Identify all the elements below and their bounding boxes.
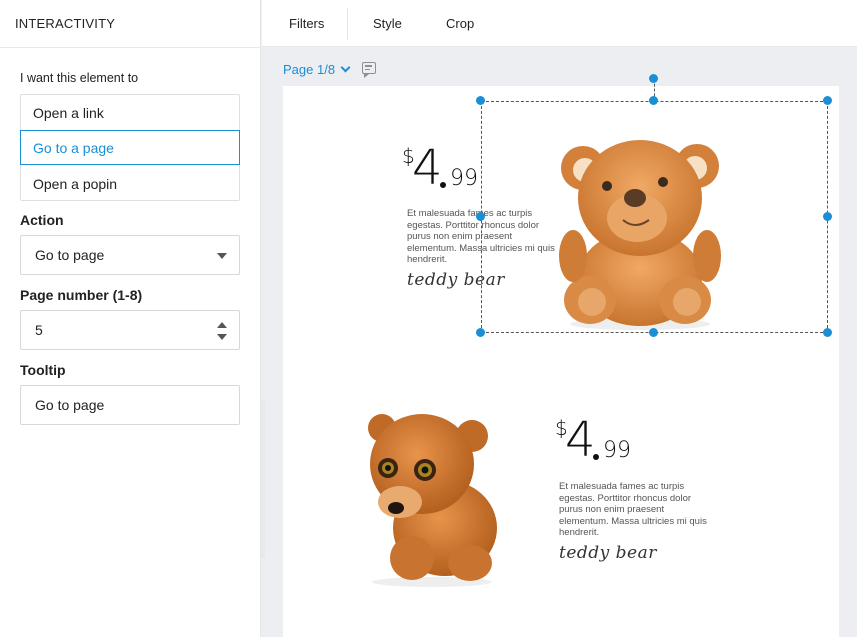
toolbar-divider [347, 8, 348, 40]
tooltip-label: Tooltip [20, 362, 66, 378]
chevron-down-icon [340, 62, 351, 73]
page-number-label: Page number (1-8) [20, 287, 143, 303]
price-whole: 4 [565, 412, 596, 468]
resize-handle-bottom[interactable] [649, 328, 658, 337]
page-selector[interactable]: Page 1/8 [283, 62, 351, 77]
page-number-value: 5 [35, 322, 43, 338]
panel-title: INTERACTIVITY [0, 0, 260, 48]
action-select[interactable]: Go to page [20, 235, 240, 275]
caret-down-icon [217, 253, 227, 259]
crop-tab[interactable]: Crop [446, 0, 474, 47]
resize-handle-bottom-right[interactable] [823, 328, 832, 337]
product-1-price: $ 4 99 [402, 140, 482, 196]
resize-handle-top-right[interactable] [823, 96, 832, 105]
panel-scrollbar[interactable] [261, 400, 265, 558]
page-number-input[interactable]: 5 [20, 310, 240, 350]
comment-icon[interactable] [362, 62, 376, 78]
product-2-price: $ 4 99 [555, 412, 635, 468]
filters-tab[interactable]: Filters [289, 0, 324, 47]
tooltip-input[interactable]: Go to page [20, 385, 240, 425]
option-open-popin[interactable]: Open a popin [21, 166, 241, 201]
intent-label: I want this element to [20, 71, 139, 85]
style-tab[interactable]: Style [373, 0, 402, 47]
selection-frame [481, 101, 828, 333]
price-cents: 99 [603, 438, 631, 463]
option-open-link[interactable]: Open a link [21, 95, 241, 130]
interactivity-panel: INTERACTIVITY I want this element to Ope… [0, 0, 261, 637]
price-dot [593, 454, 599, 460]
number-stepper-icon[interactable] [217, 322, 227, 340]
action-select-value: Go to page [35, 247, 105, 263]
tooltip-value: Go to page [35, 397, 105, 413]
page-indicator: Page 1/8 [283, 62, 336, 77]
resize-handle-bottom-left[interactable] [476, 328, 485, 337]
resize-handle-right[interactable] [823, 212, 832, 221]
product-2-description: Et malesuada fames ac turpis egestas. Po… [559, 481, 707, 538]
option-go-to-page[interactable]: Go to a page [20, 130, 240, 165]
resize-handle-top-left[interactable] [476, 96, 485, 105]
price-whole: 4 [412, 140, 443, 196]
price-cents: 99 [450, 166, 478, 191]
intent-options: Open a link Go to a page Open a popin [20, 94, 240, 201]
resize-handle-left[interactable] [476, 212, 485, 221]
teddy-bear-image-2[interactable] [360, 398, 505, 588]
action-label: Action [20, 212, 64, 228]
price-dot [440, 182, 446, 188]
image-toolbar: Filters Style Crop [262, 0, 857, 47]
resize-handle-top[interactable] [649, 96, 658, 105]
rotate-handle[interactable] [649, 74, 658, 83]
product-2-name: teddy bear [559, 543, 657, 563]
